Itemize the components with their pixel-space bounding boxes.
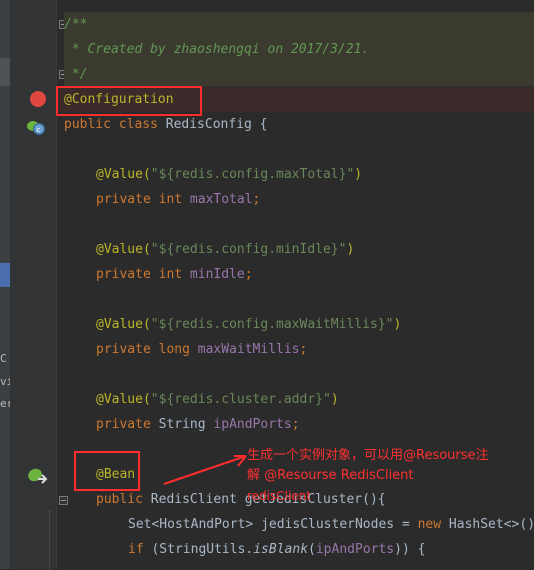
- semicolon: ;: [244, 267, 253, 282]
- value-annotation-close: ): [346, 242, 355, 257]
- project-panel-selected-row[interactable]: [0, 263, 10, 287]
- field-name: minIdle: [189, 267, 245, 282]
- value-annotation: @Value(: [96, 242, 151, 257]
- code-line: @Value("${redis.config.maxWaitMillis}"): [96, 312, 401, 337]
- code-line: @Value("${redis.cluster.addr}"): [96, 387, 339, 412]
- field-name: maxWaitMillis: [197, 342, 300, 357]
- value-annotation-close: ): [330, 392, 339, 407]
- value-annotation: @Value(: [96, 167, 151, 182]
- annotation-note-line: 解 @Resourse RedisClient: [247, 468, 414, 483]
- code-line: private long maxWaitMillis;: [96, 337, 307, 362]
- spring-class-icon[interactable]: c: [25, 118, 47, 136]
- code-line: * Created by zhaoshengqi on 2017/3/21.: [64, 37, 369, 62]
- keyword: if: [128, 542, 152, 557]
- constructor-call: HashSet<>(): [448, 517, 534, 532]
- static-method: isBlank: [253, 542, 309, 557]
- svg-text:c: c: [37, 126, 41, 134]
- type-name: String: [158, 417, 214, 432]
- doc-comment-text: /**: [64, 17, 88, 32]
- field-name: ipAndPorts: [213, 417, 292, 432]
- doc-comment-text: */: [64, 67, 88, 82]
- highlight-box-bean: [74, 451, 140, 491]
- if-close: )) {: [394, 542, 426, 557]
- annotation-note-line: 生成一个实例对象，可以用@Resourse注: [247, 448, 489, 463]
- code-line: private int maxTotal;: [96, 187, 260, 212]
- code-line: */: [64, 62, 88, 87]
- annotation-note-underlined: redisClient: [247, 489, 311, 503]
- field-name: ipAndPorts: [315, 542, 395, 557]
- code-line: /**: [64, 12, 87, 37]
- keyword: private int: [96, 192, 190, 207]
- value-annotation: @Value(: [96, 317, 151, 332]
- operator: =: [394, 517, 418, 532]
- string-literal: "${redis.config.maxWaitMillis}": [150, 317, 394, 332]
- keyword: public: [96, 492, 151, 507]
- value-annotation: @Value(: [96, 392, 151, 407]
- value-annotation-close: ): [393, 317, 402, 332]
- keyword: new: [417, 517, 449, 532]
- type-name: Set<HostAndPort>: [128, 517, 262, 532]
- if-arg-open: (: [308, 542, 316, 557]
- string-literal: "${redis.cluster.addr}": [150, 392, 331, 407]
- breakpoint-icon[interactable]: [30, 91, 46, 107]
- project-panel-hover-row: [0, 58, 10, 86]
- semicolon: ;: [291, 417, 300, 432]
- project-panel-strip: C vi er: [0, 0, 13, 569]
- semicolon: ;: [252, 192, 261, 207]
- code-line: @Value("${redis.config.maxTotal}"): [96, 162, 362, 187]
- local-variable: jedisClusterNodes: [261, 517, 395, 532]
- code-line: @Value("${redis.config.minIdle}"): [96, 237, 354, 262]
- type-name: RedisClient: [150, 492, 245, 507]
- class-name: RedisConfig {: [165, 117, 268, 132]
- string-literal: "${redis.config.maxTotal}": [150, 167, 355, 182]
- annotation-note: 生成一个实例对象，可以用@Resourse注 解 @Resourse Redis…: [247, 446, 532, 486]
- keyword: private: [96, 417, 159, 432]
- code-line: Set<HostAndPort> jedisClusterNodes = new…: [128, 512, 534, 537]
- annotation-arrow: [163, 455, 247, 485]
- string-literal: "${redis.config.minIdle}": [150, 242, 347, 257]
- spring-bean-icon[interactable]: [27, 466, 49, 488]
- doc-comment-text: * Created by zhaoshengqi on 2017/3/21.: [64, 42, 370, 57]
- sidebar-fragment: C: [0, 352, 7, 365]
- field-name: maxTotal: [189, 192, 253, 207]
- code-line: private int minIdle;: [96, 262, 253, 287]
- highlight-box-configuration: [56, 86, 202, 116]
- value-annotation-close: ): [354, 167, 363, 182]
- keyword: private long: [96, 342, 198, 357]
- code-line: private String ipAndPorts;: [96, 412, 300, 437]
- keyword: private int: [96, 267, 190, 282]
- if-open: (StringUtils.: [151, 542, 254, 557]
- keyword: public class: [64, 117, 166, 132]
- code-line: if (StringUtils.isBlank(ipAndPorts)) {: [128, 537, 425, 562]
- indent-guide: [49, 510, 51, 570]
- semicolon: ;: [299, 342, 308, 357]
- editor-gutter[interactable]: c: [10, 0, 68, 570]
- method-tail: (){: [362, 492, 386, 507]
